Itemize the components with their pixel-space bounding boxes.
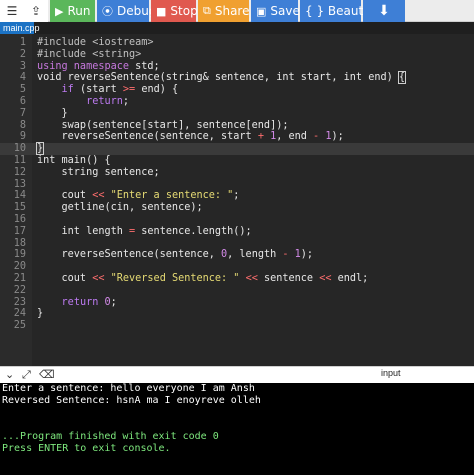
code-line: 12 string sentence; (0, 167, 474, 179)
line-number: 20 (13, 261, 26, 273)
console-exit-message: ...Program finished with exit code 0 (2, 431, 219, 442)
line-number: 1 (19, 37, 26, 48)
run-label: Run (67, 4, 91, 18)
line-number: 6 (19, 96, 26, 107)
line-number: 16 (13, 214, 26, 225)
code-line: 22 (0, 285, 474, 297)
line-number: 22 (13, 284, 26, 296)
code-line: 18 (0, 238, 474, 250)
code-line: 15 getline(cin, sentence); (0, 202, 474, 214)
download-icon: ⬇ (378, 3, 390, 19)
share-label: Share (214, 4, 250, 18)
line-number: 17 (13, 225, 26, 237)
menu-button[interactable]: ☰ (0, 0, 24, 22)
code-line: 23 return 0; (0, 297, 474, 309)
code-line: 1 #include <iostream> (0, 37, 474, 49)
debug-icon: ⦿ (102, 5, 113, 18)
stop-icon: ■ (156, 4, 167, 18)
line-number: 21 (13, 273, 26, 284)
line-number: 3 (19, 60, 26, 72)
code-line: 8 swap(sentence[start], sentence[end]); (0, 120, 474, 132)
save-button[interactable]: ▣ Save (251, 0, 300, 22)
run-button[interactable]: ▶ Run (50, 0, 95, 22)
line-number: 14 (13, 190, 26, 202)
stop-label: Stop (170, 4, 198, 18)
line-number: 18 (13, 237, 26, 249)
code-line: 13 (0, 179, 474, 191)
code-line: 21 cout << "Reversed Sentence: " << sent… (0, 273, 474, 285)
beautify-button[interactable]: { } Beautify (300, 0, 378, 22)
code-line: 4 void reverseSentence(string& sentence, … (0, 71, 474, 85)
code-line: 11 int main() { (0, 155, 474, 167)
console-prompt-message: Press ENTER to exit console. (2, 443, 171, 454)
line-number: 9 (19, 131, 26, 143)
save-label: Save (270, 4, 300, 18)
code-line: 25 (0, 320, 474, 332)
line-number: 5 (19, 84, 26, 96)
file-tab-bar: main.cpp (0, 22, 474, 34)
console-toolbar: ⌄ ⤢ ⌫ input (0, 366, 474, 383)
line-number: 10 (13, 143, 26, 155)
code-line: 5 if (start >= end) { (0, 84, 474, 96)
code-line: 19 reverseSentence(sentence, 0, length -… (0, 249, 474, 261)
code-line: 14 cout << "Enter a sentence: "; (0, 190, 474, 202)
line-number: 7 (19, 107, 26, 119)
line-number: 23 (13, 296, 26, 308)
code-line: 2 #include <string> (0, 49, 474, 61)
input-label[interactable]: input (381, 368, 401, 378)
console-output[interactable]: Enter a sentence: hello everyone I am An… (0, 383, 474, 475)
tab-main-cpp[interactable]: main.cpp (0, 22, 40, 34)
line-number: 4 (19, 72, 26, 84)
code-editor[interactable]: 1 #include <iostream> 2 #include <string> … (0, 34, 474, 366)
line-number: 8 (19, 119, 26, 131)
code-line: 24} (0, 308, 474, 320)
console-line: Enter a sentence: hello everyone I am An… (2, 383, 255, 394)
line-number: 24 (13, 308, 26, 320)
save-icon: ▣ (256, 4, 267, 18)
console-line: Reversed Sentence: hsnA ma I enoyreve ol… (2, 395, 261, 406)
share-button[interactable]: ⧉ Share (198, 0, 250, 22)
code-line: 9 reverseSentence(sentence, start + 1, e… (0, 131, 474, 143)
line-number: 13 (13, 178, 26, 190)
line-number: 11 (13, 155, 26, 166)
menu-icon: ☰ (6, 4, 18, 18)
download-button[interactable]: ⬇ (363, 0, 405, 22)
clear-console-icon[interactable]: ⌫ (39, 368, 55, 381)
stop-button[interactable]: ■ Stop (151, 0, 198, 22)
chevron-down-icon[interactable]: ⌄ (5, 368, 14, 381)
upload-icon: ⇪ (30, 4, 42, 18)
line-number: 19 (13, 249, 26, 261)
code-line: 6 return; (0, 96, 474, 108)
expand-icon[interactable]: ⤢ (22, 368, 31, 382)
line-number: 15 (13, 202, 26, 214)
line-number: 12 (13, 166, 26, 178)
line-number: 2 (19, 48, 26, 60)
line-number: 25 (13, 320, 26, 332)
upload-button[interactable]: ⇪ (24, 0, 48, 22)
toolbar: ☰ ⇪ ▶ Run ⦿ Debug ■ Stop ⧉ Share ▣ Save { } B… (0, 0, 474, 22)
code-line: 16 (0, 214, 474, 226)
code-line: 7 } (0, 108, 474, 120)
code-line: 3 using namespace std; (0, 61, 474, 73)
debug-button[interactable]: ⦿ Debug (97, 0, 156, 22)
code-line: 20 (0, 261, 474, 273)
share-icon: ⧉ (203, 4, 211, 17)
play-icon: ▶ (55, 4, 64, 18)
code-line: 17 int length = sentence.length(); (0, 226, 474, 238)
code-line-active: 10} (0, 142, 474, 156)
